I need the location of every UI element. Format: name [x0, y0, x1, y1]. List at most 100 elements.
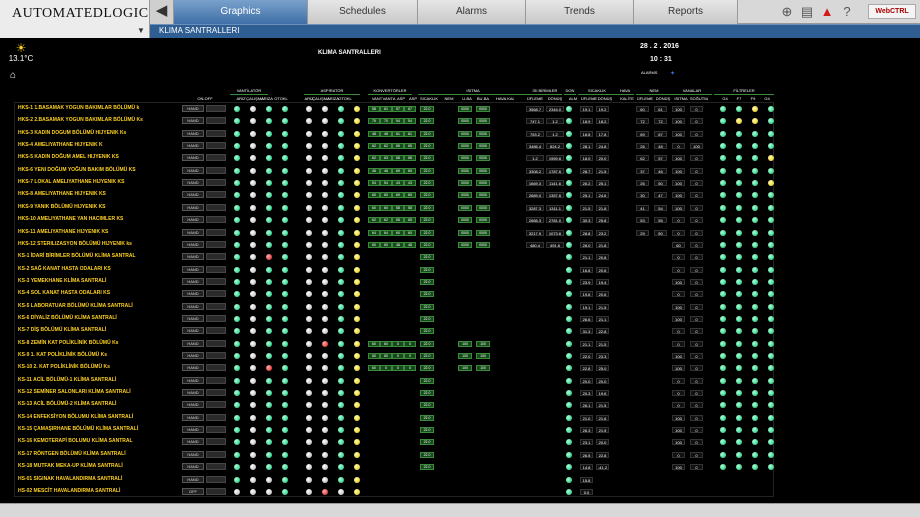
unit-name-link[interactable]: KS-18 MUTFAK MEKA-UP KLİMA SANTRALİ — [18, 463, 123, 469]
mode-button[interactable]: HAND — [182, 154, 204, 162]
tab-graphics[interactable]: Graphics — [174, 0, 308, 24]
table-row[interactable]: HS-02 MESCİT HAVALANDIRMA SANTRALİ OFF 0.0 — [14, 486, 774, 498]
tab-schedules[interactable]: Schedules — [308, 0, 418, 24]
mode-slider[interactable] — [206, 401, 226, 409]
unit-name-link[interactable]: KS-1 İDARİ BİRİMLER BÖLÜMÜ KLİMA SANTRAL — [18, 253, 136, 259]
mode-slider[interactable] — [206, 154, 226, 162]
table-row[interactable]: HKS-8 AMELIYATHANE HIJYENIK KS HAND 60 60 69… — [14, 189, 774, 201]
mode-button[interactable]: HAND — [182, 302, 204, 310]
mode-button[interactable]: HAND — [182, 463, 204, 471]
table-row[interactable]: KS-2 SAĞ KANAT HASTA ODALARI KS HAND 22.0 1… — [14, 264, 774, 276]
mode-slider[interactable] — [206, 327, 226, 335]
logo-dropdown-icon[interactable]: ▼ — [137, 26, 145, 35]
unit-name-link[interactable]: HKS-8 AMELIYATHANE HIJYENIK KS — [18, 191, 106, 197]
table-row[interactable]: KS-16 KEMOTERAPİ BOLUMU KLİMA SANTRAL HAN… — [14, 436, 774, 448]
table-row[interactable]: KS-13 ACİL BÖLÜMÜ-2 KLİMA SANTRALİ HAND 22… — [14, 399, 774, 411]
mode-slider[interactable] — [206, 191, 226, 199]
mode-button[interactable]: HAND — [182, 142, 204, 150]
mode-slider[interactable] — [206, 339, 226, 347]
table-row[interactable]: KS-6 DİYALİZ BÖLÜMÜ KLİMA SANTRALİ HAND 22… — [14, 313, 774, 325]
unit-name-link[interactable]: KS-16 KEMOTERAPİ BOLUMU KLİMA SANTRAL — [18, 438, 133, 444]
mode-slider[interactable] — [206, 179, 226, 187]
unit-name-link[interactable]: HS-02 MESCİT HAVALANDIRMA SANTRALİ — [18, 488, 120, 494]
table-row[interactable]: KS-18 MUTFAK MEKA-UP KLİMA SANTRALİ HAND 2… — [14, 461, 774, 473]
mode-slider[interactable] — [206, 475, 226, 483]
mode-slider[interactable] — [206, 142, 226, 150]
mode-button[interactable]: HAND — [182, 228, 204, 236]
unit-name-link[interactable]: KS-14 ENFEKSİYON BÖLUMU KLİMA SANTRALİ — [18, 414, 133, 420]
table-row[interactable]: KS-10 2. KAT POLİKLİNİK BÖLÜMÜ Ks HAND 60 0… — [14, 362, 774, 374]
mode-slider[interactable] — [206, 302, 226, 310]
mode-button[interactable]: HAND — [182, 240, 204, 248]
breadcrumb-item[interactable]: KLIMA SANTRALLERI — [159, 26, 239, 35]
mode-button[interactable]: HAND — [182, 401, 204, 409]
unit-name-link[interactable]: KS-10 2. KAT POLİKLİNİK BÖLÜMÜ Ks — [18, 364, 110, 370]
table-row[interactable]: HKS-3 KADIN DOGUM BÖLÜMÜ HIJYENIK Ks HAND… — [14, 128, 774, 140]
unit-name-link[interactable]: KS-13 ACİL BÖLÜMÜ-2 KLİMA SANTRALİ — [18, 401, 116, 407]
binoculars-icon[interactable]: ⊕ — [778, 2, 796, 22]
mode-button[interactable]: HAND — [182, 203, 204, 211]
unit-name-link[interactable]: KS-12 SEMİNER SALONLARI KLİMA SANTRALİ — [18, 389, 131, 395]
table-row[interactable]: HKS-9 YANIK BÖLÜMÜ HIJYENIK KS HAND 60 60 58… — [14, 202, 774, 214]
unit-name-link[interactable]: HKS-4 AMELIYATHANE HIJYENIK K — [18, 142, 103, 148]
mode-button[interactable]: HAND — [182, 290, 204, 298]
mode-button[interactable]: HAND — [182, 413, 204, 421]
mode-slider[interactable] — [206, 240, 226, 248]
mode-slider[interactable] — [206, 376, 226, 384]
mode-slider[interactable] — [206, 216, 226, 224]
mode-button[interactable]: HAND — [182, 450, 204, 458]
unit-name-link[interactable]: KS-4 SOL KANAT HASTA ODALARI KS — [18, 290, 110, 296]
back-button[interactable]: ◀ — [150, 0, 174, 24]
unit-name-link[interactable]: KS-11 ACİL BÖLÜMÜ-1 KLİMA SANTRALİ — [18, 377, 116, 383]
unit-name-link[interactable]: HS-01 SIGINAK HAVALANDIRMA SANTRALİ — [18, 476, 122, 482]
table-row[interactable]: HKS-11 AMELIYATHANE HIJYENIK KS HAND 64 64 6… — [14, 227, 774, 239]
unit-name-link[interactable]: KS-7 DİŞ BÖLÜMÜ KLİMA SANTRALİ — [18, 327, 106, 333]
table-row[interactable]: HS-01 SIGINAK HAVALANDIRMA SANTRALİ HAND 1… — [14, 474, 774, 486]
mode-slider[interactable] — [206, 203, 226, 211]
unit-name-link[interactable]: KS-6 DİYALİZ BÖLÜMÜ KLİMA SANTRALİ — [18, 315, 117, 321]
table-row[interactable]: KS-4 SOL KANAT HASTA ODALARI KS HAND 22.0 1… — [14, 288, 774, 300]
mode-slider[interactable] — [206, 352, 226, 359]
mode-slider[interactable] — [206, 487, 226, 495]
table-row[interactable]: KS-15 ÇAMAŞIRHANE BÖLÜMÜ KLİMA SANTRALİ H… — [14, 424, 774, 436]
unit-name-link[interactable]: HKS-10 AMELIYATHANE YAN HACIMLER KS — [18, 216, 123, 222]
table-row[interactable]: HKS-10 AMELIYATHANE YAN HACIMLER KS HAND 6… — [14, 214, 774, 226]
mode-button[interactable]: HAND — [182, 253, 204, 261]
print-icon[interactable]: ▤ — [798, 2, 816, 22]
mode-button[interactable]: HAND — [182, 179, 204, 187]
unit-name-link[interactable]: HKS-9 YANIK BÖLÜMÜ HIJYENIK KS — [18, 204, 106, 210]
mode-button[interactable]: HAND — [182, 166, 204, 174]
table-row[interactable]: HKS-1 1.BASAMAK YOGUN BAKIMLAR BÖLÜMÜ k H… — [14, 103, 774, 115]
table-row[interactable]: HKS-4 AMELIYATHANE HIJYENIK K HAND 62 62 65 6… — [14, 140, 774, 152]
mode-button[interactable]: HAND — [182, 475, 204, 483]
mode-button[interactable]: HAND — [182, 327, 204, 335]
mode-slider[interactable] — [206, 413, 226, 421]
mode-button[interactable]: HAND — [182, 117, 204, 125]
mode-button[interactable]: HAND — [182, 277, 204, 285]
mode-slider[interactable] — [206, 438, 226, 446]
table-row[interactable]: KS-1 İDARİ BİRİMLER BÖLÜMÜ KLİMA SANTRAL… — [14, 251, 774, 263]
unit-name-link[interactable]: HKS-2 2.BASAMAK YOGUN BAKIMLAR BÖLÜMÜ Ks — [18, 117, 143, 123]
unit-name-link[interactable]: HKS-11 AMELIYATHANE HIJYENIK KS — [18, 229, 108, 235]
mode-button[interactable]: HAND — [182, 352, 204, 359]
table-row[interactable]: KS-3 YEMEKHANE KLİMA SANTRALİ HAND 22.0 23.… — [14, 276, 774, 288]
table-row[interactable]: KS-11 ACİL BÖLÜMÜ-1 KLİMA SANTRALİ HAND 22… — [14, 375, 774, 387]
table-row[interactable]: HKS-2 2.BASAMAK YOGUN BAKIMLAR BÖLÜMÜ Ks… — [14, 115, 774, 127]
unit-name-link[interactable]: KS-15 ÇAMAŞIRHANE BÖLÜMÜ KLİMA SANTRALİ — [18, 426, 138, 432]
unit-name-link[interactable]: KS-5 LABORATUAR BÖLÜMÜ KLİMA SANTRALİ — [18, 303, 133, 309]
tab-alarms[interactable]: Alarms — [418, 0, 526, 24]
unit-name-link[interactable]: HKS-12 STERILIZASYON BÖLÜMÜ HIJYENIK ks — [18, 241, 132, 247]
unit-name-link[interactable]: HKS-5 KADIN DOĞUM AMEL HIJYENIK KS — [18, 154, 119, 160]
table-row[interactable]: HKS-5 KADIN DOĞUM AMEL HIJYENIK KS HAND 62… — [14, 152, 774, 164]
mode-button[interactable]: HAND — [182, 339, 204, 347]
mode-slider[interactable] — [206, 389, 226, 397]
unit-name-link[interactable]: HKS-7 LOKAL AMELIYATHANE HIJYENIK KS — [18, 179, 124, 185]
mode-button[interactable]: HAND — [182, 426, 204, 434]
mode-button[interactable]: HAND — [182, 376, 204, 384]
mode-button[interactable]: OFF — [182, 487, 204, 495]
table-row[interactable]: KS-8 ZEMİN KAT POLİKLİNİK BÖLÜMÜ Ks HAND 6… — [14, 338, 774, 350]
mode-button[interactable]: HAND — [182, 191, 204, 199]
unit-name-link[interactable]: HKS-1 1.BASAMAK YOGUN BAKIMLAR BÖLÜMÜ k — [18, 105, 139, 111]
alarms-link[interactable]: ALARMS — [641, 70, 657, 75]
table-row[interactable]: KS-12 SEMİNER SALONLARI KLİMA SANTRALİ HA… — [14, 387, 774, 399]
